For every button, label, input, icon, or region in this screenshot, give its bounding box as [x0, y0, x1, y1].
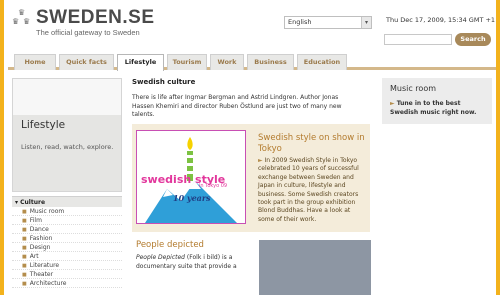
tab-home[interactable]: Home — [14, 54, 56, 70]
bullet-icon: ■ — [22, 209, 27, 215]
people-text: People Depicted (Folk i bild) is a docum… — [136, 254, 237, 270]
bullet-icon: ■ — [22, 272, 27, 278]
page: ♛ ♛ ♛ SWEDEN.SE The official gateway to … — [4, 0, 496, 295]
arrow-right-icon: ► — [390, 100, 397, 107]
bullet-icon: ■ — [22, 263, 27, 269]
feature-image-sub: in Tokyo 09 — [199, 183, 227, 189]
feature-illustration: swedish style in Tokyo 09 10 years — [141, 137, 237, 223]
bullet-icon: ■ — [22, 236, 27, 242]
bullet-icon: ■ — [22, 281, 27, 287]
sidebar-item-film[interactable]: ■ Film — [12, 216, 122, 225]
sidebar-item-dance[interactable]: ■ Dance — [12, 225, 122, 234]
tab-work[interactable]: Work — [210, 54, 244, 70]
feature-image-years: 10 years — [173, 193, 211, 203]
language-select[interactable]: English ▾ — [284, 16, 372, 29]
sidebar-item-music-room[interactable]: ■ Music room — [12, 207, 122, 216]
arrow-down-icon: ▾ — [15, 199, 19, 206]
feature-article: swedish style in Tokyo 09 10 years Swedi… — [132, 124, 370, 232]
section-title: Lifestyle — [21, 119, 66, 131]
sidebar-menu-heading[interactable]: ▾ Culture — [12, 196, 122, 207]
people-title[interactable]: People depicted — [136, 240, 204, 250]
bullet-icon: ■ — [22, 218, 27, 224]
current-datetime: Thu Dec 17, 2009, 15:34 GMT +1 — [386, 16, 496, 24]
section-tagline: Listen, read, watch, explore. — [21, 143, 114, 151]
search-input[interactable] — [384, 34, 452, 45]
tab-lifestyle[interactable]: Lifestyle — [117, 54, 164, 71]
section-hero: Lifestyle Listen, read, watch, explore. — [12, 78, 122, 192]
three-crowns-icon: ♛ ♛ ♛ — [12, 8, 31, 26]
logo-title: SWEDEN.SE — [36, 7, 155, 28]
sidebar-item-design[interactable]: ■ Design — [12, 243, 122, 252]
page-intro: There is life after Ingmar Bergman and A… — [132, 94, 342, 118]
search-button[interactable]: Search — [455, 33, 491, 46]
tab-business[interactable]: Business — [247, 54, 294, 70]
sidebar-menu: ▾ Culture ■ Music room ■ Film ■ Dance ■ Fash… — [12, 196, 122, 288]
tab-education[interactable]: Education — [297, 54, 347, 70]
sidebar-item-theater[interactable]: ■ Theater — [12, 270, 122, 279]
bullet-icon: ■ — [22, 245, 27, 251]
logo-subtitle: The official gateway to Sweden — [36, 28, 140, 37]
feature-text: ► In 2009 Swedish Style in Tokyo celebra… — [258, 157, 359, 223]
tab-quick-facts[interactable]: Quick facts — [59, 54, 114, 70]
tab-tourism[interactable]: Tourism — [167, 54, 207, 70]
sidebar-item-fashion[interactable]: ■ Fashion — [12, 234, 122, 243]
bullet-icon: ■ — [22, 254, 27, 260]
page-title: Swedish culture — [132, 78, 196, 86]
feature-title[interactable]: Swedish style on show in Tokyo — [258, 133, 368, 155]
sidebar-item-architecture[interactable]: ■ Architecture — [12, 279, 122, 288]
people-image[interactable] — [259, 240, 371, 295]
site-logo[interactable]: ♛ ♛ ♛ SWEDEN.SE The official gateway to … — [11, 8, 155, 37]
sidebar-item-literature[interactable]: ■ Literature — [12, 261, 122, 270]
main-nav: Home Quick facts Lifestyle Tourism Work … — [8, 54, 496, 71]
language-value: English — [288, 18, 312, 26]
bullet-icon: ■ — [22, 227, 27, 233]
feature-image[interactable]: swedish style in Tokyo 09 10 years — [136, 130, 246, 224]
dropdown-arrow-icon: ▾ — [361, 17, 371, 28]
music-room-box: Music room ► Tune in to the best Swedish… — [382, 78, 492, 124]
music-room-title: Music room — [390, 84, 436, 93]
music-room-link[interactable]: ► Tune in to the best Swedish music righ… — [390, 100, 488, 117]
sidebar-item-art[interactable]: ■ Art — [12, 252, 122, 261]
